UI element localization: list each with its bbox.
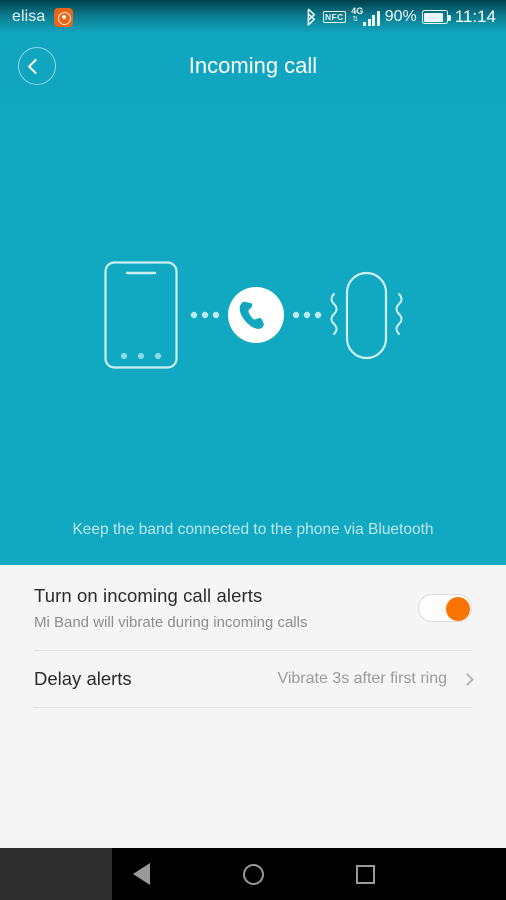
toggle-knob xyxy=(446,596,470,621)
vibration-waves-icon xyxy=(330,293,403,335)
battery-percent-label: 90% xyxy=(384,8,417,25)
hero-section: Keep the band connected to the phone via… xyxy=(0,98,506,565)
settings-panel: Turn on incoming call alerts Mi Band wil… xyxy=(0,565,506,848)
phone-screen: elisa NFC 4G ⇅ 90% 11:14 Incoming call K… xyxy=(0,0,506,900)
row-incoming-call-alerts[interactable]: Turn on incoming call alerts Mi Band wil… xyxy=(0,565,506,650)
row-title: Turn on incoming call alerts xyxy=(34,584,263,606)
status-bar-icons: NFC 4G ⇅ 90% 11:14 xyxy=(305,5,496,27)
divider-2 xyxy=(34,707,472,708)
app-bar: Incoming call xyxy=(0,34,506,98)
orange-app-badge-icon xyxy=(54,7,74,27)
signal-strength-bars xyxy=(363,10,380,26)
navbar-top-divider xyxy=(0,848,112,900)
transmission-dots-icon-right xyxy=(292,311,322,319)
square-recents-icon xyxy=(355,864,375,884)
connection-illustration xyxy=(104,261,403,369)
nfc-icon: NFC xyxy=(322,11,347,23)
data-arrows-icon: ⇅ xyxy=(352,15,359,23)
system-navigation-bar xyxy=(0,848,506,900)
triangle-back-icon xyxy=(132,863,150,885)
back-button[interactable] xyxy=(18,47,56,85)
row-delay-alerts[interactable]: Delay alerts Vibrate 3s after first ring xyxy=(0,651,506,707)
clock-label: 11:14 xyxy=(454,7,496,26)
chevron-right-icon xyxy=(461,672,474,686)
transmission-dots-icon-left xyxy=(190,311,220,319)
status-bar: elisa NFC 4G ⇅ 90% 11:14 xyxy=(0,0,506,34)
bluetooth-hint-text: Keep the band connected to the phone via… xyxy=(72,521,434,538)
page-title: Incoming call xyxy=(188,53,318,78)
nav-home-button[interactable] xyxy=(197,848,309,900)
incoming-call-alerts-toggle[interactable] xyxy=(418,593,472,622)
row-value: Vibrate 3s after first ring xyxy=(277,670,447,687)
nav-recents-button[interactable] xyxy=(309,848,421,900)
row-subtitle: Mi Band will vibrate during incoming cal… xyxy=(34,613,308,631)
row-title: Delay alerts xyxy=(34,668,132,689)
circle-home-icon xyxy=(242,863,264,885)
bluetooth-icon xyxy=(307,8,315,26)
smartphone-outline-icon xyxy=(104,261,178,369)
row-text-group: Turn on incoming call alerts Mi Band wil… xyxy=(34,585,307,631)
phone-handset-icon xyxy=(228,287,284,343)
battery-icon xyxy=(421,10,451,24)
chevron-left-icon xyxy=(27,58,44,74)
carrier-label: elisa xyxy=(12,8,46,25)
network-type-label: 4G xyxy=(351,5,364,16)
signal-bars-icon: 4G ⇅ xyxy=(351,5,380,26)
fitness-band-outline-icon xyxy=(345,271,388,360)
